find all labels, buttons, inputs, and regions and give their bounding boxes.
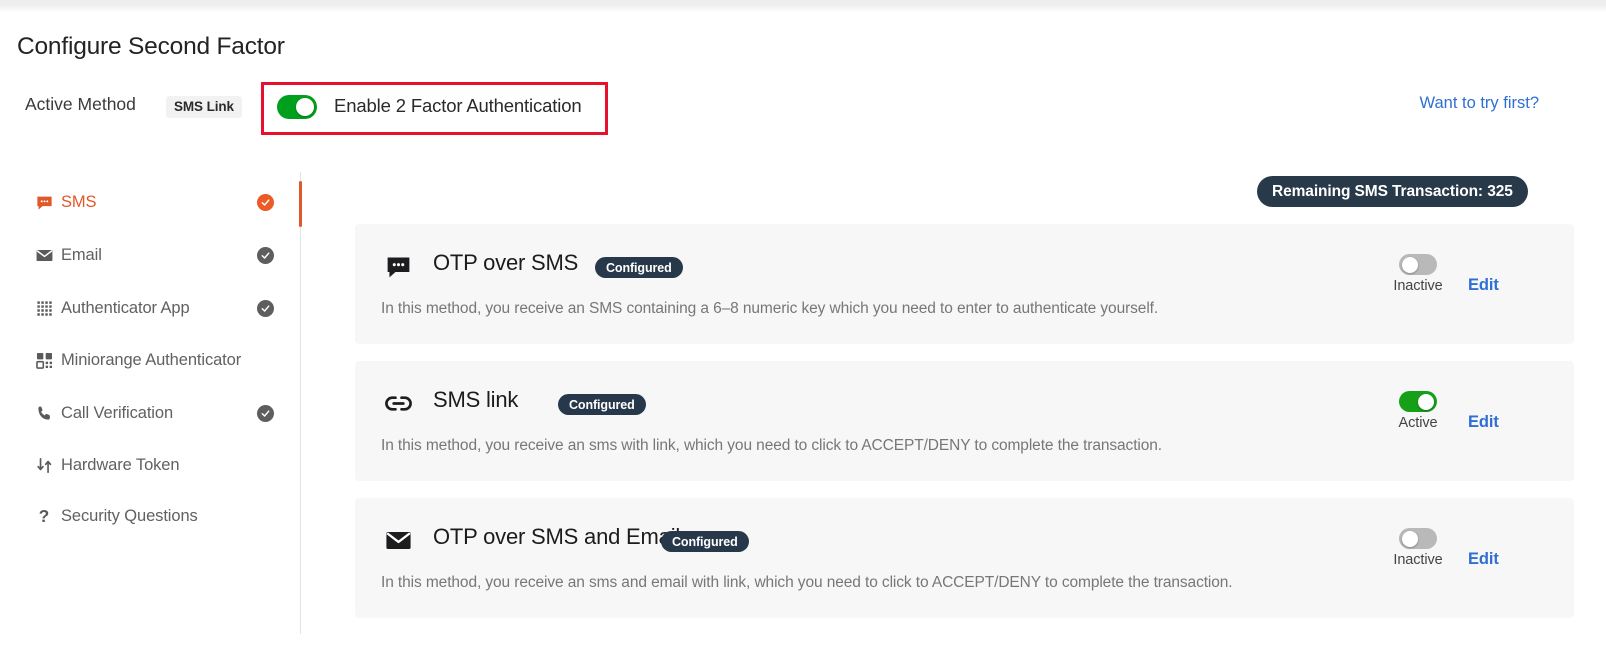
configured-check-icon — [257, 247, 274, 264]
toggle-knob — [1418, 394, 1434, 410]
grid-dots-icon — [33, 297, 55, 319]
qr-code-icon — [33, 349, 55, 371]
toggle-knob — [1402, 257, 1418, 273]
sidebar-item-label: Authenticator App — [61, 299, 190, 318]
want-to-try-first-link[interactable]: Want to try first? — [1420, 94, 1540, 113]
sidebar-item-security-questions[interactable]: ? Security Questions — [0, 496, 300, 536]
enable-2fa-label: Enable 2 Factor Authentication — [334, 95, 581, 117]
method-card-description: In this method, you receive an sms and e… — [381, 574, 1233, 592]
sidebar-item-label: Call Verification — [61, 404, 173, 423]
configured-check-icon — [257, 300, 274, 317]
method-state-label: Inactive — [1393, 552, 1442, 568]
sms-chat-icon — [33, 191, 55, 213]
method-activation-toggle[interactable]: Active — [1380, 391, 1456, 431]
configure-second-factor-page: Configure Second Factor Active Method SM… — [0, 0, 1606, 661]
methods-sidebar: SMS Email Authenticator App Miniorange Au… — [0, 172, 300, 634]
hardware-token-icon — [33, 454, 55, 476]
method-activation-toggle[interactable]: Inactive — [1380, 254, 1456, 294]
sidebar-item-miniorange-authenticator[interactable]: Miniorange Authenticator — [0, 340, 300, 380]
method-card: OTP over SMS Configured In this method, yo… — [355, 224, 1574, 344]
sidebar-item-call-verification[interactable]: Call Verification — [0, 393, 300, 433]
sidebar-item-label: Hardware Token — [61, 456, 179, 475]
sidebar-divider — [300, 172, 301, 634]
edit-link[interactable]: Edit — [1468, 550, 1499, 569]
configured-badge: Configured — [558, 394, 646, 415]
remaining-sms-transaction-badge: Remaining SMS Transaction: 325 — [1257, 176, 1528, 207]
method-state-label: Inactive — [1393, 278, 1442, 294]
method-card-title: OTP over SMS — [433, 250, 578, 276]
method-card-title: OTP over SMS and Email — [433, 524, 680, 550]
toggle-track[interactable] — [1399, 528, 1437, 549]
sidebar-item-label: SMS — [61, 193, 96, 212]
link-icon — [383, 388, 413, 418]
toggle-knob — [1402, 531, 1418, 547]
configured-check-icon — [257, 405, 274, 422]
sidebar-item-sms[interactable]: SMS — [0, 182, 300, 222]
page-title: Configure Second Factor — [17, 33, 285, 61]
active-method-value-chip: SMS Link — [166, 96, 242, 118]
method-card: OTP over SMS and EmailConfigured In this … — [355, 498, 1574, 618]
toggle-track[interactable] — [1399, 254, 1437, 275]
sidebar-item-authenticator-app[interactable]: Authenticator App — [0, 288, 300, 328]
configured-badge: Configured — [661, 531, 749, 552]
method-card-description: In this method, you receive an sms with … — [381, 437, 1162, 455]
toggle-track[interactable] — [1399, 391, 1437, 412]
edit-link[interactable]: Edit — [1468, 276, 1499, 295]
sidebar-item-hardware-token[interactable]: Hardware Token — [0, 445, 300, 485]
sidebar-item-label: Security Questions — [61, 507, 198, 526]
envelope-icon — [33, 244, 55, 266]
method-card-description: In this method, you receive an SMS conta… — [381, 300, 1158, 318]
sidebar-item-email[interactable]: Email — [0, 235, 300, 275]
toggle-track[interactable] — [277, 95, 317, 119]
configured-badge: Configured — [595, 257, 683, 278]
envelope-icon — [383, 525, 413, 555]
method-card: SMS link Configured In this method, you re… — [355, 361, 1574, 481]
svg-text:?: ? — [39, 506, 50, 526]
method-card-title: SMS link — [433, 387, 518, 413]
configured-check-icon — [257, 194, 274, 211]
edit-link[interactable]: Edit — [1468, 413, 1499, 432]
phone-icon — [33, 402, 55, 424]
method-state-label: Active — [1399, 415, 1438, 431]
top-strip — [0, 0, 1606, 11]
toggle-knob — [296, 98, 314, 116]
enable-2fa-toggle[interactable] — [277, 95, 317, 119]
active-method-label: Active Method — [25, 94, 136, 115]
sms-chat-icon — [383, 251, 413, 281]
method-activation-toggle[interactable]: Inactive — [1380, 528, 1456, 568]
sidebar-item-label: Email — [61, 246, 102, 265]
question-mark-icon: ? — [33, 505, 55, 527]
sidebar-item-label: Miniorange Authenticator — [61, 351, 241, 370]
